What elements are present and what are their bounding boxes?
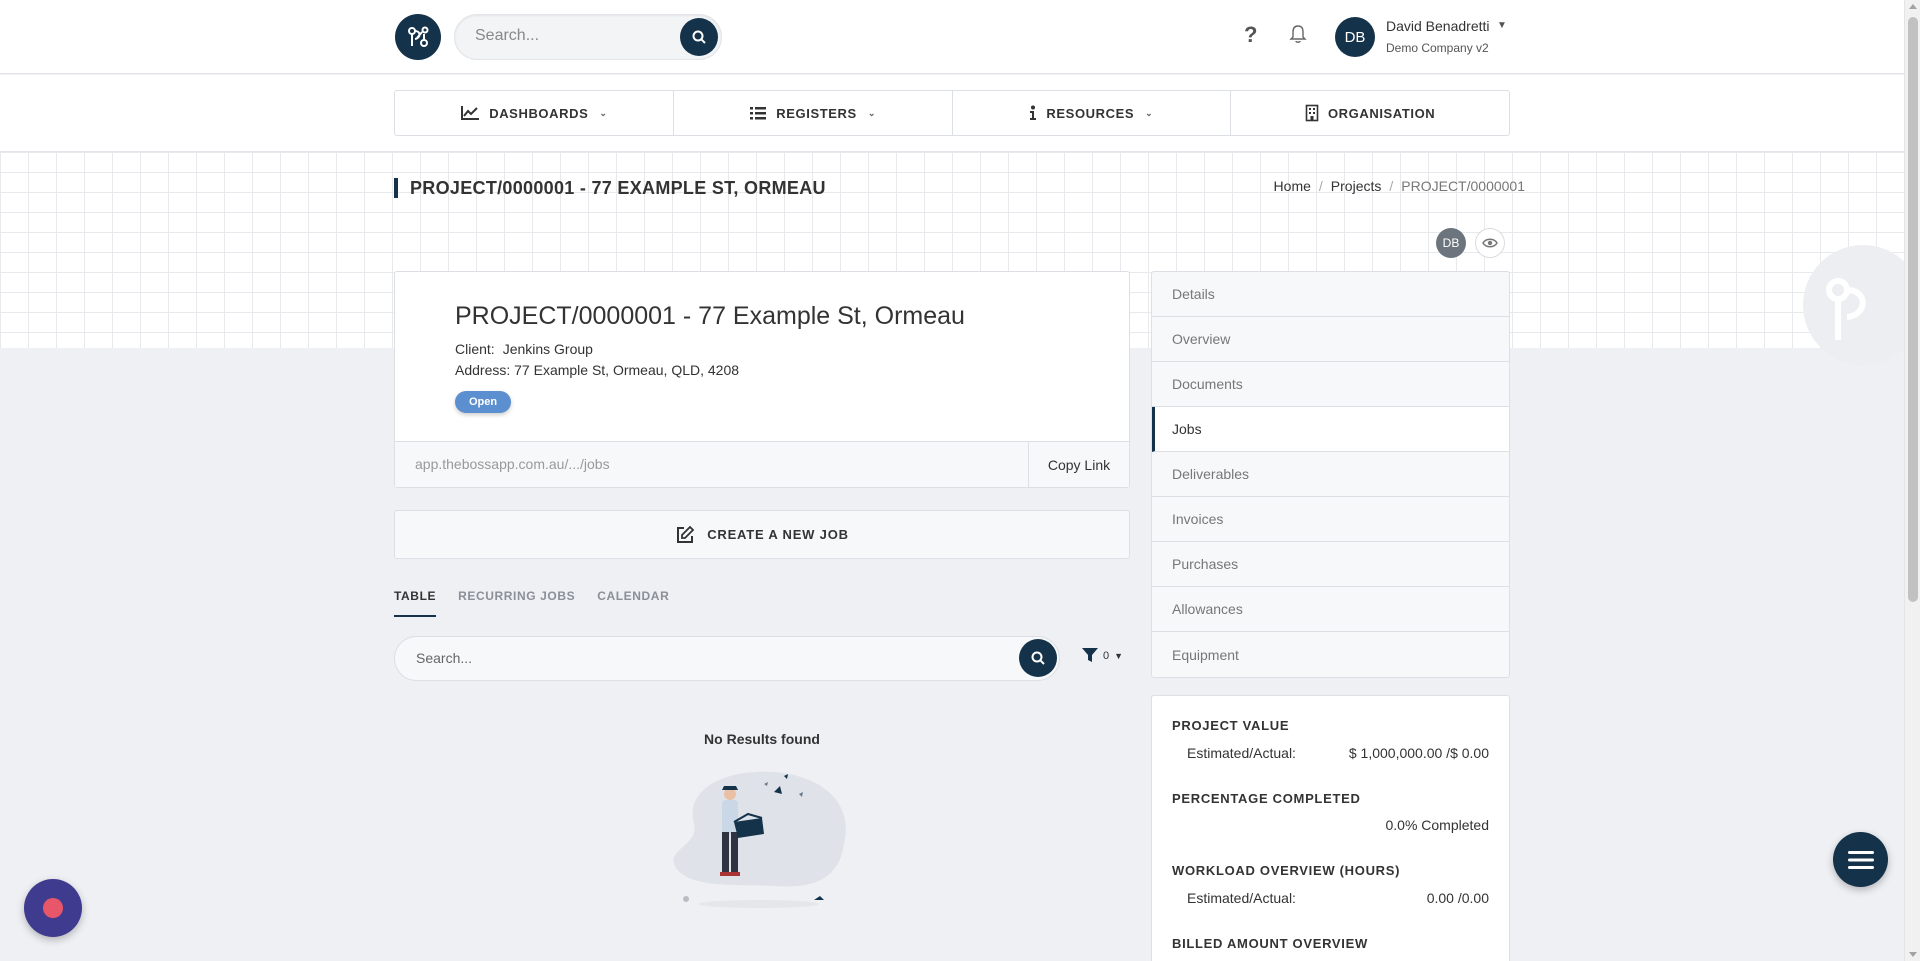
project-card: PROJECT/0000001 - 77 Example St, Ormeau … — [394, 271, 1130, 488]
side-item-invoices[interactable]: Invoices — [1152, 497, 1509, 542]
percentage-heading: PERCENTAGE COMPLETED — [1172, 791, 1361, 806]
nav-band: DASHBOARDS ⌄ REGISTERS ⌄ RESOURCES ⌄ ORG… — [0, 75, 1904, 152]
side-item-deliverables[interactable]: Deliverables — [1152, 452, 1509, 497]
side-item-jobs[interactable]: Jobs — [1152, 407, 1509, 452]
scroll-up-arrow-icon[interactable] — [1909, 4, 1917, 9]
no-results-text: No Results found — [704, 731, 820, 747]
nav-dashboards-label: DASHBOARDS — [489, 105, 589, 121]
caret-down-icon: ▼ — [1114, 650, 1124, 661]
breadcrumb-projects[interactable]: Projects — [1331, 178, 1382, 194]
jobs-search-button[interactable] — [1019, 639, 1057, 677]
page-scrollbar[interactable] — [1904, 0, 1920, 961]
tab-recurring-jobs[interactable]: RECURRING JOBS — [458, 589, 575, 617]
tab-table[interactable]: TABLE — [394, 589, 437, 617]
empty-box-illustration — [664, 764, 854, 919]
global-search — [454, 14, 722, 60]
logo-watermark-icon — [1803, 245, 1920, 365]
project-value-heading: PROJECT VALUE — [1172, 718, 1290, 733]
nav-organisation[interactable]: ORGANISATION — [1231, 91, 1509, 135]
filter-count: 0 — [1103, 649, 1110, 662]
client-value[interactable]: Jenkins Group — [503, 341, 593, 357]
project-value-label: Estimated/Actual: — [1187, 745, 1296, 761]
side-item-equipment[interactable]: Equipment — [1152, 632, 1509, 677]
project-heading: PROJECT/0000001 - 77 Example St, Ormeau — [455, 302, 965, 330]
list-icon — [750, 107, 767, 120]
project-summary-card: PROJECT VALUE Estimated/Actual: $ 1,000,… — [1151, 695, 1510, 961]
app-logo[interactable] — [395, 14, 441, 60]
project-client: Client: Jenkins Group — [455, 341, 593, 357]
side-item-purchases[interactable]: Purchases — [1152, 542, 1509, 587]
global-search-button[interactable] — [680, 18, 718, 56]
breadcrumb-current: PROJECT/0000001 — [1401, 178, 1525, 194]
filter-dropdown[interactable]: 0 ▼ — [1082, 648, 1123, 663]
nav-registers-label: REGISTERS — [776, 105, 857, 121]
info-icon — [1030, 105, 1037, 120]
search-icon — [692, 30, 706, 44]
chevron-down-icon[interactable]: ▼ — [1497, 20, 1507, 31]
global-search-input[interactable] — [475, 27, 665, 45]
record-button[interactable] — [24, 879, 82, 937]
watch-button[interactable] — [1475, 228, 1505, 258]
create-job-label: CREATE A NEW JOB — [707, 527, 849, 542]
top-header: ? DB David Benadretti ▼ Demo Company v2 — [0, 0, 1904, 74]
record-dot-icon — [43, 898, 63, 918]
client-label: Client: — [455, 341, 495, 357]
breadcrumb-separator: / — [1318, 178, 1323, 194]
nav-registers[interactable]: REGISTERS ⌄ — [674, 91, 953, 135]
scrollbar-thumb[interactable] — [1908, 17, 1918, 602]
breadcrumb-home[interactable]: Home — [1274, 178, 1311, 194]
chart-line-icon — [461, 106, 480, 120]
billed-heading: BILLED AMOUNT OVERVIEW — [1172, 936, 1368, 951]
user-name[interactable]: David Benadretti — [1386, 18, 1490, 34]
breadcrumb-separator: / — [1389, 178, 1394, 194]
notifications-bell-icon[interactable] — [1289, 24, 1307, 49]
user-avatar[interactable]: DB — [1335, 17, 1375, 57]
logo-icon — [408, 26, 429, 47]
share-link-text: app.thebossapp.com.au/.../jobs — [415, 456, 610, 472]
floating-menu-button[interactable] — [1833, 832, 1888, 887]
jobs-search — [394, 636, 1060, 681]
project-side-menu: Details Overview Documents Jobs Delivera… — [1151, 271, 1510, 678]
hamburger-menu-icon — [1847, 850, 1874, 869]
building-icon — [1305, 104, 1319, 122]
nav-dashboards[interactable]: DASHBOARDS ⌄ — [395, 91, 674, 135]
scroll-down-arrow-icon[interactable] — [1909, 952, 1917, 957]
create-job-button[interactable]: CREATE A NEW JOB — [394, 510, 1130, 559]
user-company: Demo Company v2 — [1386, 41, 1489, 55]
nav-resources[interactable]: RESOURCES ⌄ — [953, 91, 1232, 135]
help-icon[interactable]: ? — [1244, 22, 1257, 48]
page-title: PROJECT/0000001 - 77 EXAMPLE ST, ORMEAU — [394, 178, 826, 198]
search-icon — [1031, 651, 1045, 665]
view-tabs: TABLE RECURRING JOBS CALENDAR — [394, 589, 669, 617]
filter-icon — [1082, 648, 1098, 662]
edit-icon — [677, 525, 695, 543]
eye-icon — [1482, 238, 1498, 248]
status-badge: Open — [455, 391, 512, 413]
share-link-row: app.thebossapp.com.au/.../jobs Copy Link — [395, 441, 1129, 487]
side-item-documents[interactable]: Documents — [1152, 362, 1509, 407]
percentage-value: 0.0% Completed — [1385, 817, 1489, 833]
chevron-down-icon: ⌄ — [599, 107, 608, 118]
workload-label: Estimated/Actual: — [1187, 890, 1296, 906]
jobs-search-input[interactable] — [416, 650, 976, 666]
side-item-overview[interactable]: Overview — [1152, 317, 1509, 362]
main-nav: DASHBOARDS ⌄ REGISTERS ⌄ RESOURCES ⌄ ORG… — [394, 90, 1510, 136]
copy-link-button[interactable]: Copy Link — [1028, 442, 1129, 487]
tab-calendar[interactable]: CALENDAR — [597, 589, 669, 617]
nav-resources-label: RESOURCES — [1046, 105, 1135, 121]
nav-organisation-label: ORGANISATION — [1327, 105, 1436, 121]
chevron-down-icon: ⌄ — [1145, 107, 1154, 118]
chevron-down-icon: ⌄ — [867, 107, 876, 118]
watcher-avatar[interactable]: DB — [1436, 228, 1466, 258]
project-value-amount: $ 1,000,000.00 /$ 0.00 — [1348, 745, 1489, 761]
workload-heading: WORKLOAD OVERVIEW (HOURS) — [1172, 863, 1401, 878]
side-item-allowances[interactable]: Allowances — [1152, 587, 1509, 632]
side-item-details[interactable]: Details — [1152, 272, 1509, 317]
project-address: Address: 77 Example St, Ormeau, QLD, 420… — [455, 362, 740, 378]
breadcrumb: Home / Projects / PROJECT/0000001 — [1274, 178, 1525, 194]
workload-value: 0.00 /0.00 — [1426, 890, 1489, 906]
